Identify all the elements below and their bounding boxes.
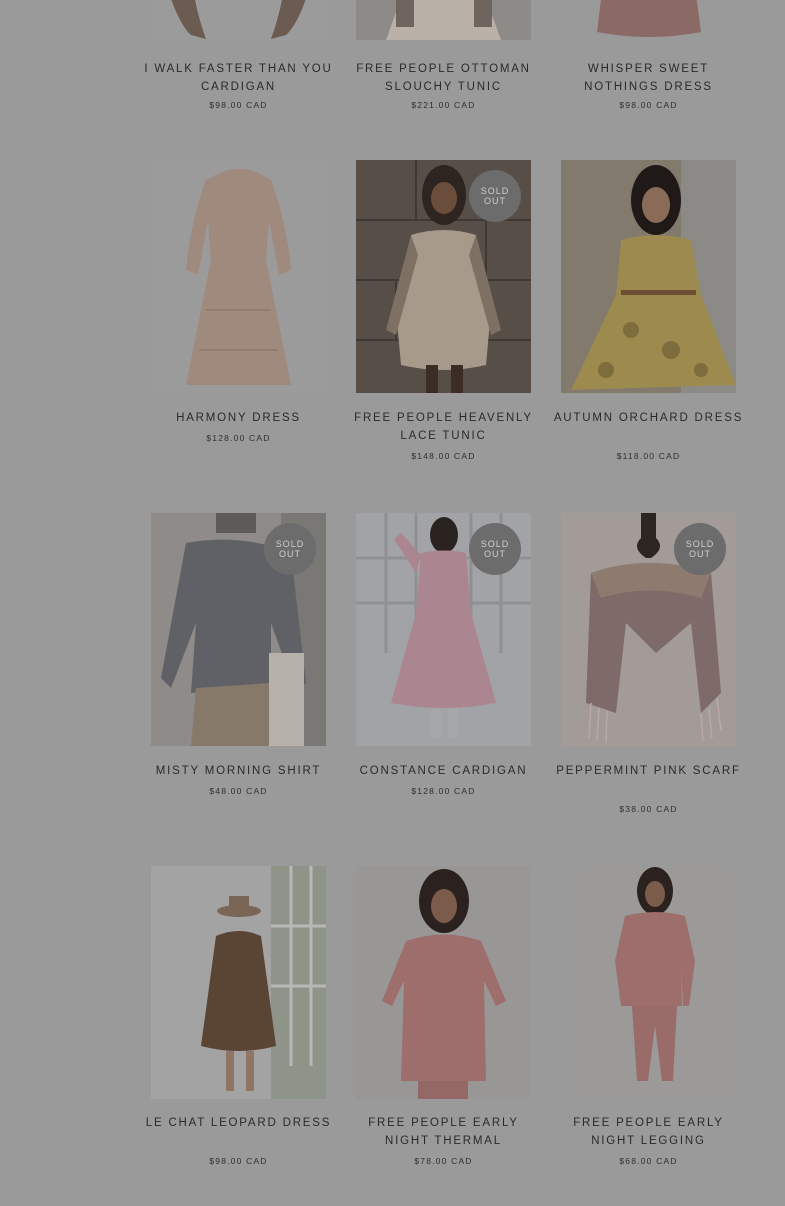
product-image[interactable] [561, 160, 736, 393]
product-title[interactable]: CONSTANCE CARDIGAN [346, 762, 541, 780]
product-image[interactable] [151, 866, 326, 1099]
product-card-11[interactable]: FREE PEOPLE EARLY NIGHT LEGGING $68.00 C… [561, 866, 736, 1166]
sold-out-text: OUT [484, 549, 506, 559]
product-image[interactable]: SOLD OUT [356, 513, 531, 746]
sold-out-text: SOLD [275, 539, 305, 549]
product-image[interactable]: SOLD OUT [356, 160, 531, 393]
product-card-9[interactable]: LE CHAT LEOPARD DRESS $98.00 CAD [146, 866, 329, 1166]
product-card-2[interactable]: WHISPER SWEET NOTHINGS DRESS $98.00 CAD [561, 0, 736, 110]
product-image[interactable] [151, 0, 326, 40]
sold-out-text: OUT [279, 549, 301, 559]
product-title[interactable]: MISTY MORNING SHIRT [141, 762, 336, 780]
product-image[interactable] [356, 0, 531, 40]
product-image[interactable]: SOLD OUT [561, 513, 736, 746]
product-card-10[interactable]: FREE PEOPLE EARLY NIGHT THERMAL $78.00 C… [356, 866, 531, 1166]
product-card-7[interactable]: SOLD OUT CONSTANCE CARDIGAN $128.00 CAD [356, 513, 531, 796]
leopard-dress-image [151, 866, 326, 1099]
product-card-3[interactable]: HARMONY DRESS $128.00 CAD [151, 160, 326, 443]
product-price: $118.00 CAD [616, 451, 681, 461]
product-image[interactable] [561, 0, 736, 40]
product-title[interactable]: HARMONY DRESS [141, 409, 336, 427]
product-card-4[interactable]: SOLD OUT FREE PEOPLE HEAVENLY LACE TUNIC… [354, 160, 531, 461]
product-price: $48.00 CAD [209, 786, 268, 796]
product-price: $78.00 CAD [414, 1156, 473, 1166]
sold-out-badge: SOLD OUT [469, 523, 521, 575]
product-card-6[interactable]: SOLD OUT MISTY MORNING SHIRT $48.00 CAD [151, 513, 326, 796]
product-row-2: HARMONY DRESS $128.00 CAD SOLD OUT FREE … [151, 160, 741, 500]
product-price: $128.00 CAD [411, 786, 476, 796]
product-price: $38.00 CAD [619, 804, 678, 814]
dress-image [561, 0, 736, 40]
product-price: $148.00 CAD [411, 451, 476, 461]
product-card-0[interactable]: I WALK FASTER THAN YOU CARDIGAN $98.00 C… [144, 0, 331, 110]
sold-out-text: SOLD [685, 539, 715, 549]
sold-out-badge: SOLD OUT [469, 170, 521, 222]
product-price: $221.00 CAD [411, 100, 476, 110]
product-price: $98.00 CAD [209, 100, 268, 110]
product-row-3: SOLD OUT MISTY MORNING SHIRT $48.00 CAD [151, 513, 739, 853]
product-card-8[interactable]: SOLD OUT PEPPERMINT PINK SCARF $38.00 CA… [556, 513, 739, 814]
sold-out-text: OUT [484, 196, 506, 206]
product-row-4: LE CHAT LEOPARD DRESS $98.00 CAD FREE PE… [146, 866, 736, 1206]
pink-legging-image [577, 866, 733, 1099]
product-title[interactable]: WHISPER SWEET NOTHINGS DRESS [551, 60, 746, 96]
sold-out-text: SOLD [480, 186, 510, 196]
product-title[interactable]: LE CHAT LEOPARD DRESS [141, 1114, 336, 1132]
product-title[interactable]: FREE PEOPLE EARLY NIGHT LEGGING [551, 1114, 746, 1150]
sold-out-badge: SOLD OUT [264, 523, 316, 575]
product-card-5[interactable]: AUTUMN ORCHARD DRESS $118.00 CAD [554, 160, 741, 461]
product-image[interactable] [151, 160, 326, 393]
product-image[interactable] [577, 866, 733, 1099]
product-price: $128.00 CAD [206, 433, 271, 443]
product-price: $98.00 CAD [209, 1156, 268, 1166]
yellow-floral-dress-image [561, 160, 736, 393]
sold-out-text: OUT [689, 549, 711, 559]
pink-thermal-image [356, 866, 531, 1099]
product-title[interactable]: I WALK FASTER THAN YOU CARDIGAN [141, 60, 336, 96]
product-row-1: I WALK FASTER THAN YOU CARDIGAN $98.00 C… [144, 0, 736, 147]
beige-dress-image [151, 160, 326, 393]
tunic-image [356, 0, 531, 40]
cardigan-image [151, 0, 326, 40]
product-title[interactable]: AUTUMN ORCHARD DRESS [551, 409, 746, 427]
product-title[interactable]: FREE PEOPLE HEAVENLY LACE TUNIC [346, 409, 541, 445]
product-price: $68.00 CAD [619, 1156, 678, 1166]
product-price: $98.00 CAD [619, 100, 678, 110]
product-title[interactable]: PEPPERMINT PINK SCARF [551, 762, 746, 780]
product-image[interactable]: SOLD OUT [151, 513, 326, 746]
product-title[interactable]: FREE PEOPLE EARLY NIGHT THERMAL [346, 1114, 541, 1150]
sold-out-badge: SOLD OUT [674, 523, 726, 575]
sold-out-text: SOLD [480, 539, 510, 549]
product-card-1[interactable]: FREE PEOPLE OTTOMAN SLOUCHY TUNIC $221.0… [356, 0, 531, 110]
product-title[interactable]: FREE PEOPLE OTTOMAN SLOUCHY TUNIC [346, 60, 541, 96]
product-image[interactable] [356, 866, 531, 1099]
